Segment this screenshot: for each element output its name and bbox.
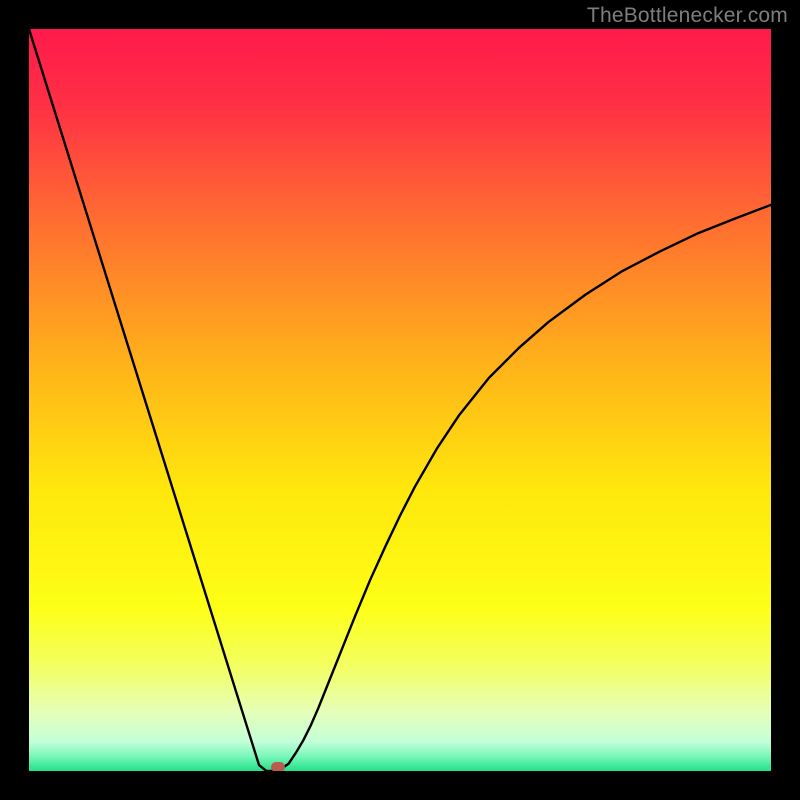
watermark-text: TheBottlenecker.com xyxy=(587,4,788,28)
minimum-point-marker xyxy=(271,762,285,771)
chart-frame: TheBottlenecker.com xyxy=(0,0,800,800)
plot-area xyxy=(29,29,771,771)
bottleneck-curve xyxy=(29,29,771,771)
